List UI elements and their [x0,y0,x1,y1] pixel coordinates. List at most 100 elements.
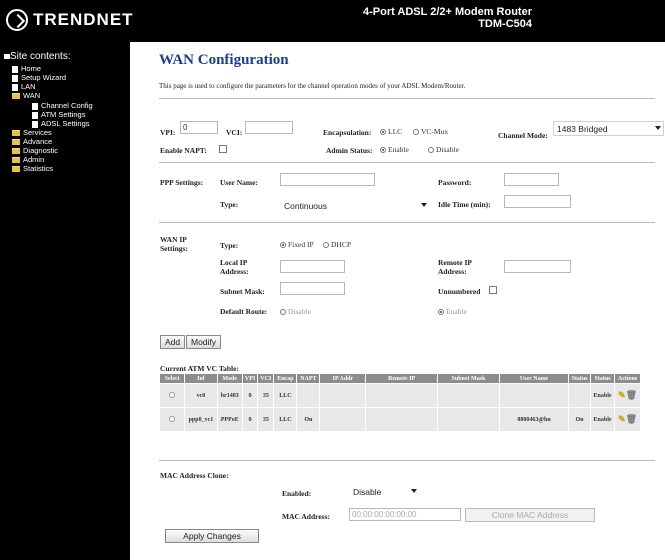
table-cell [365,383,438,408]
sidebar-item-admin[interactable]: Admin [12,156,44,164]
table-row: ppp0_vc1 PPPoE 0 35 LLC On 8800463@hn On… [158,407,641,432]
modify-button[interactable]: Modify [186,335,222,349]
product-line: 4-Port ADSL 2/2+ Modem Router [362,6,532,18]
page-icon [32,120,38,128]
column-header: Actions [614,373,641,384]
sidebar-item-setup-wizard[interactable]: Setup Wizard [12,74,66,82]
napt-checkbox[interactable] [219,145,227,153]
table-cell [498,383,570,408]
radio-selected-icon[interactable] [438,309,444,316]
sidebar-item-diagnostic[interactable]: Diagnostic [12,147,58,155]
trendnet-logo-icon [6,9,28,31]
encapsulation-label: Encapsulation: [323,128,372,137]
clone-mac-button[interactable]: Clone MAC Address [465,508,595,522]
mac-address-label: MAC Address: [282,512,330,521]
subnet-mask-label: Subnet Mask: [220,287,265,296]
sidebar-item-home[interactable]: Home [12,65,41,73]
admin-disable-option[interactable]: Disable [428,145,459,154]
remote-ip-input[interactable] [504,260,571,273]
delete-trash-icon[interactable]: 🗑 [626,390,637,401]
radio-icon[interactable] [169,391,176,398]
vpi-input[interactable]: 0 [180,121,218,134]
table-header-row: Select Inf Mode VPI VCI Encap NAPT IP Ad… [158,373,641,384]
divider [159,98,655,99]
column-header: Status [589,373,616,384]
chevron-down-icon [421,203,427,207]
page-icon [12,83,18,91]
table-cell: 35 [257,407,275,432]
product-model: TDM-C504 [478,18,532,30]
table-cell [365,407,438,432]
delete-trash-icon[interactable]: 🗑 [626,414,637,425]
ppp-settings-label: PPP Settings: [160,178,204,187]
sidebar-item-atm-settings[interactable]: ATM Settings [32,111,85,119]
encap-llc-option[interactable]: LLC [380,127,402,136]
table-cell: ppp0_vc1 [184,407,218,432]
password-input[interactable] [504,173,559,186]
unnumbered-checkbox[interactable] [489,286,497,294]
folder-icon [12,139,20,145]
idle-time-label: Idle Time (min): [438,200,491,209]
column-header: VCI [257,373,275,384]
radio-selected-icon[interactable] [280,242,286,249]
table-cell [436,407,501,432]
mac-address-input[interactable]: 00:00:00:00:00:00 [349,508,461,521]
idle-time-input[interactable] [504,195,571,208]
sidebar-item-channel-config[interactable]: Channel Config [32,102,93,110]
divider [159,162,655,163]
sidebar-item-adsl-settings[interactable]: ADSL Settings [32,120,90,128]
radio-icon[interactable] [169,415,176,422]
table-cell [568,383,591,408]
username-input[interactable] [280,173,375,186]
edit-pencil-icon[interactable]: ✎ [618,390,626,401]
password-label: Password: [438,178,472,187]
radio-icon[interactable] [280,309,286,316]
sidebar-item-services[interactable]: Services [12,129,52,137]
sidebar-item-advance[interactable]: Advance [12,138,52,146]
route-enable-option[interactable]: Enable [438,307,467,316]
site-contents-title: Site contents: [10,51,71,62]
radio-icon[interactable] [428,147,434,154]
table-cell: vc0 [184,383,218,408]
dhcp-option[interactable]: DHCP [323,240,351,249]
subnet-mask-input[interactable] [280,282,345,295]
add-button[interactable]: Add [160,335,186,349]
table-cell: br1483 [216,383,243,408]
remote-ip-label: Remote IP Address: [438,258,472,276]
radio-selected-icon[interactable] [380,129,386,136]
channel-mode-label: Channel Mode: [498,131,548,140]
chevron-down-icon [411,489,417,493]
sidebar-item-statistics[interactable]: Statistics [12,165,53,173]
admin-enable-option[interactable]: Enable [380,145,409,154]
default-route-label: Default Route: [220,307,268,316]
table-cell: 35 [257,383,275,408]
vpi-label: VPI: [160,128,176,137]
apply-changes-button[interactable]: Apply Changes [165,529,259,543]
fixed-ip-option[interactable]: Fixed IP [280,240,314,249]
divider [159,222,655,223]
ppp-type-select[interactable]: Continuous [280,198,430,213]
local-ip-input[interactable] [280,260,345,273]
column-header: Remote IP [365,373,438,384]
column-header: VPI [241,373,259,384]
radio-selected-icon[interactable] [380,147,386,154]
edit-pencil-icon[interactable]: ✎ [618,414,626,425]
logo-text: TRENDNET [33,10,134,29]
radio-icon[interactable] [323,242,329,249]
select-cell[interactable] [158,383,186,408]
radio-icon[interactable] [413,129,419,136]
table-row: vc0 br1483 0 35 LLC Enable ✎🗑 [158,383,641,408]
sidebar-item-wan[interactable]: WAN [12,92,40,100]
select-cell[interactable] [158,407,186,432]
actions-cell: ✎🗑 [614,383,641,408]
sidebar-item-lan[interactable]: LAN [12,83,36,91]
actions-cell: ✎🗑 [614,407,641,432]
table-cell: On [568,407,591,432]
channel-mode-select[interactable]: 1483 Bridged [553,121,664,136]
vci-input[interactable] [245,121,293,134]
mac-enabled-select[interactable]: Disable [349,484,420,499]
napt-label: Enable NAPT: [160,146,207,155]
route-disable-option[interactable]: Disable [280,307,311,316]
encap-vcmux-option[interactable]: VC-Mux [413,127,448,136]
column-header: Encap [273,373,298,384]
